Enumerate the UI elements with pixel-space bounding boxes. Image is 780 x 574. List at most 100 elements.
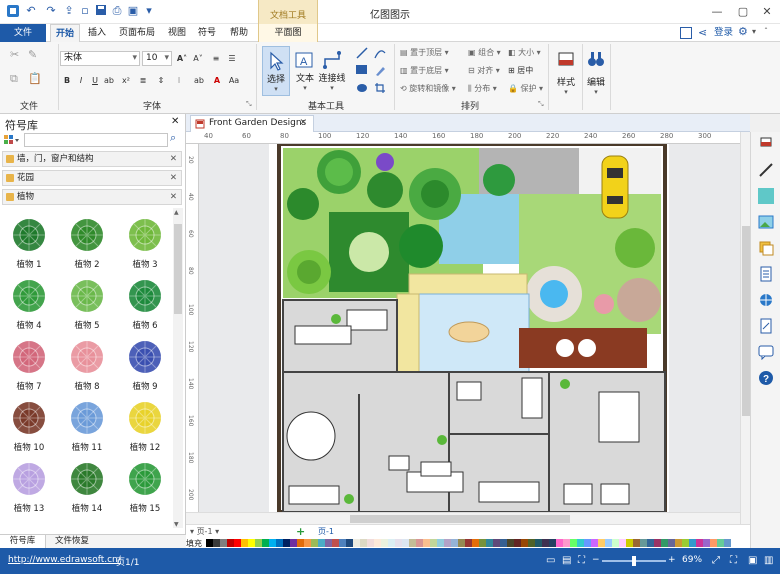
bring-to-front-button[interactable]: ▤ 置于顶层 ▾ — [400, 46, 454, 60]
color-swatch[interactable] — [682, 539, 689, 547]
shape-plant[interactable]: 植物 7 — [2, 336, 56, 396]
page-view-icon[interactable]: ▤ — [562, 555, 571, 566]
color-swatch[interactable] — [458, 539, 465, 547]
tab-page-layout[interactable]: 页面布局 — [114, 24, 160, 42]
tab-help[interactable]: 帮助 — [226, 24, 252, 42]
search-icon[interactable]: ⌕ — [170, 131, 176, 145]
copy-icon[interactable]: ⧉ — [10, 72, 18, 86]
color-swatch[interactable] — [367, 539, 374, 547]
cut-icon[interactable]: ✂ — [10, 48, 19, 61]
note-icon[interactable] — [758, 318, 774, 334]
shape-plant[interactable]: 植物 11 — [60, 397, 114, 457]
arrange-dialog-launcher-icon[interactable]: ⤡ — [538, 100, 544, 109]
fill-icon[interactable] — [758, 188, 774, 204]
color-swatch[interactable] — [675, 539, 682, 547]
bullet-button[interactable]: ⁝ — [172, 74, 186, 88]
color-swatch[interactable] — [262, 539, 269, 547]
color-swatch[interactable] — [479, 539, 486, 547]
group-button[interactable]: ▣ 组合 ▾ — [468, 46, 504, 60]
distribute-button[interactable]: ⫼ 分布 ▾ — [468, 82, 504, 96]
shape-plant[interactable]: 植物 8 — [60, 336, 114, 396]
category-close-icon[interactable]: ✕ — [170, 171, 177, 185]
wooden-path[interactable] — [408, 273, 528, 297]
color-swatch[interactable] — [654, 539, 661, 547]
library-menu-icon[interactable] — [3, 133, 21, 147]
bold-button[interactable]: B — [62, 74, 72, 88]
color-swatch[interactable] — [710, 539, 717, 547]
drawing-canvas[interactable] — [199, 144, 740, 512]
edit-button[interactable]: 编辑 ▾ — [584, 46, 608, 98]
color-swatch[interactable] — [542, 539, 549, 547]
fit-width-icon[interactable]: ⤢ — [712, 555, 720, 566]
category-garden[interactable]: 花园 ✕ — [2, 170, 182, 186]
color-swatch[interactable] — [605, 539, 612, 547]
shape-plant[interactable]: 植物 13 — [2, 458, 56, 518]
zoom-slider[interactable] — [602, 556, 666, 566]
size-button[interactable]: ◧ 大小 ▾ — [508, 46, 544, 60]
help-icon[interactable]: ? — [758, 370, 774, 386]
color-swatch[interactable] — [346, 539, 353, 547]
color-swatch[interactable] — [423, 539, 430, 547]
color-swatch[interactable] — [612, 539, 619, 547]
tab-floor-plan[interactable]: 平面图 — [258, 24, 318, 42]
color-swatch[interactable] — [395, 539, 402, 547]
normal-view-icon[interactable]: ▭ — [546, 555, 555, 566]
bed[interactable] — [598, 391, 640, 443]
rotate-mirror-button[interactable]: ⟲ 旋转和镜像 ▾ — [400, 82, 464, 96]
color-swatch[interactable] — [437, 539, 444, 547]
globe-icon[interactable] — [758, 292, 774, 308]
color-swatch[interactable] — [451, 539, 458, 547]
text-case-button[interactable]: Aa — [228, 74, 240, 88]
car[interactable] — [601, 155, 629, 219]
image-icon[interactable] — [758, 214, 774, 230]
style-button[interactable]: 样式 ▾ — [552, 46, 580, 98]
shape-plant[interactable]: 植物 10 — [2, 397, 56, 457]
color-swatch[interactable] — [577, 539, 584, 547]
page-icon[interactable] — [758, 266, 774, 282]
color-swatch[interactable] — [311, 539, 318, 547]
format-painter-icon[interactable]: ✎ — [28, 48, 37, 61]
add-page-icon[interactable]: + — [296, 525, 305, 538]
document-tab-close-icon[interactable]: ✕ — [299, 116, 307, 131]
color-swatch[interactable] — [549, 539, 556, 547]
share-icon[interactable]: ⋖ — [698, 26, 707, 39]
color-swatch[interactable] — [500, 539, 507, 547]
presentation-icon[interactable]: ▣ — [748, 555, 757, 566]
send-to-back-button[interactable]: ▥ 置于底层 ▾ — [400, 64, 454, 78]
color-swatch[interactable] — [332, 539, 339, 547]
vertical-scroll-thumb[interactable] — [742, 226, 750, 416]
color-swatch[interactable] — [598, 539, 605, 547]
fountain-water[interactable] — [540, 280, 568, 308]
zoom-slider-thumb[interactable] — [632, 556, 636, 566]
library-close-icon[interactable]: ✕ — [171, 116, 179, 127]
settings-gear-icon[interactable]: ⚙ — [738, 25, 748, 38]
color-swatch[interactable] — [409, 539, 416, 547]
shape-plant[interactable]: 植物 6 — [118, 275, 172, 335]
align-button[interactable]: ≣ — [136, 74, 150, 88]
line-style-icon[interactable] — [758, 162, 774, 178]
color-swatch[interactable] — [381, 539, 388, 547]
canvas-horizontal-scrollbar[interactable] — [186, 512, 740, 524]
settings-dropdown-icon[interactable]: ▾ — [752, 27, 756, 36]
color-swatch[interactable] — [241, 539, 248, 547]
color-swatch[interactable] — [724, 539, 731, 547]
color-swatch[interactable] — [374, 539, 381, 547]
align-objects-button[interactable]: ⊟ 对齐 ▾ — [468, 64, 504, 78]
color-swatch[interactable] — [234, 539, 241, 547]
color-swatch[interactable] — [472, 539, 479, 547]
category-walls-doors-windows[interactable]: 墙，门，窗户和结构 ✕ — [2, 151, 182, 167]
tab-view[interactable]: 视图 — [164, 24, 190, 42]
color-swatch[interactable] — [528, 539, 535, 547]
color-swatch[interactable] — [325, 539, 332, 547]
select-tool-button[interactable]: 选择 ▾ — [262, 46, 290, 96]
tab-symbols[interactable]: 符号 — [194, 24, 220, 42]
horizontal-scroll-thumb[interactable] — [350, 515, 570, 523]
layers-icon[interactable] — [758, 240, 774, 256]
shrink-font-button[interactable]: A˅ — [192, 52, 204, 66]
color-swatch[interactable] — [283, 539, 290, 547]
color-swatch[interactable] — [465, 539, 472, 547]
color-swatch[interactable] — [703, 539, 710, 547]
document-tab[interactable]: Front Garden Designs ✕ — [190, 115, 314, 132]
color-swatch[interactable] — [360, 539, 367, 547]
color-swatch[interactable] — [717, 539, 724, 547]
